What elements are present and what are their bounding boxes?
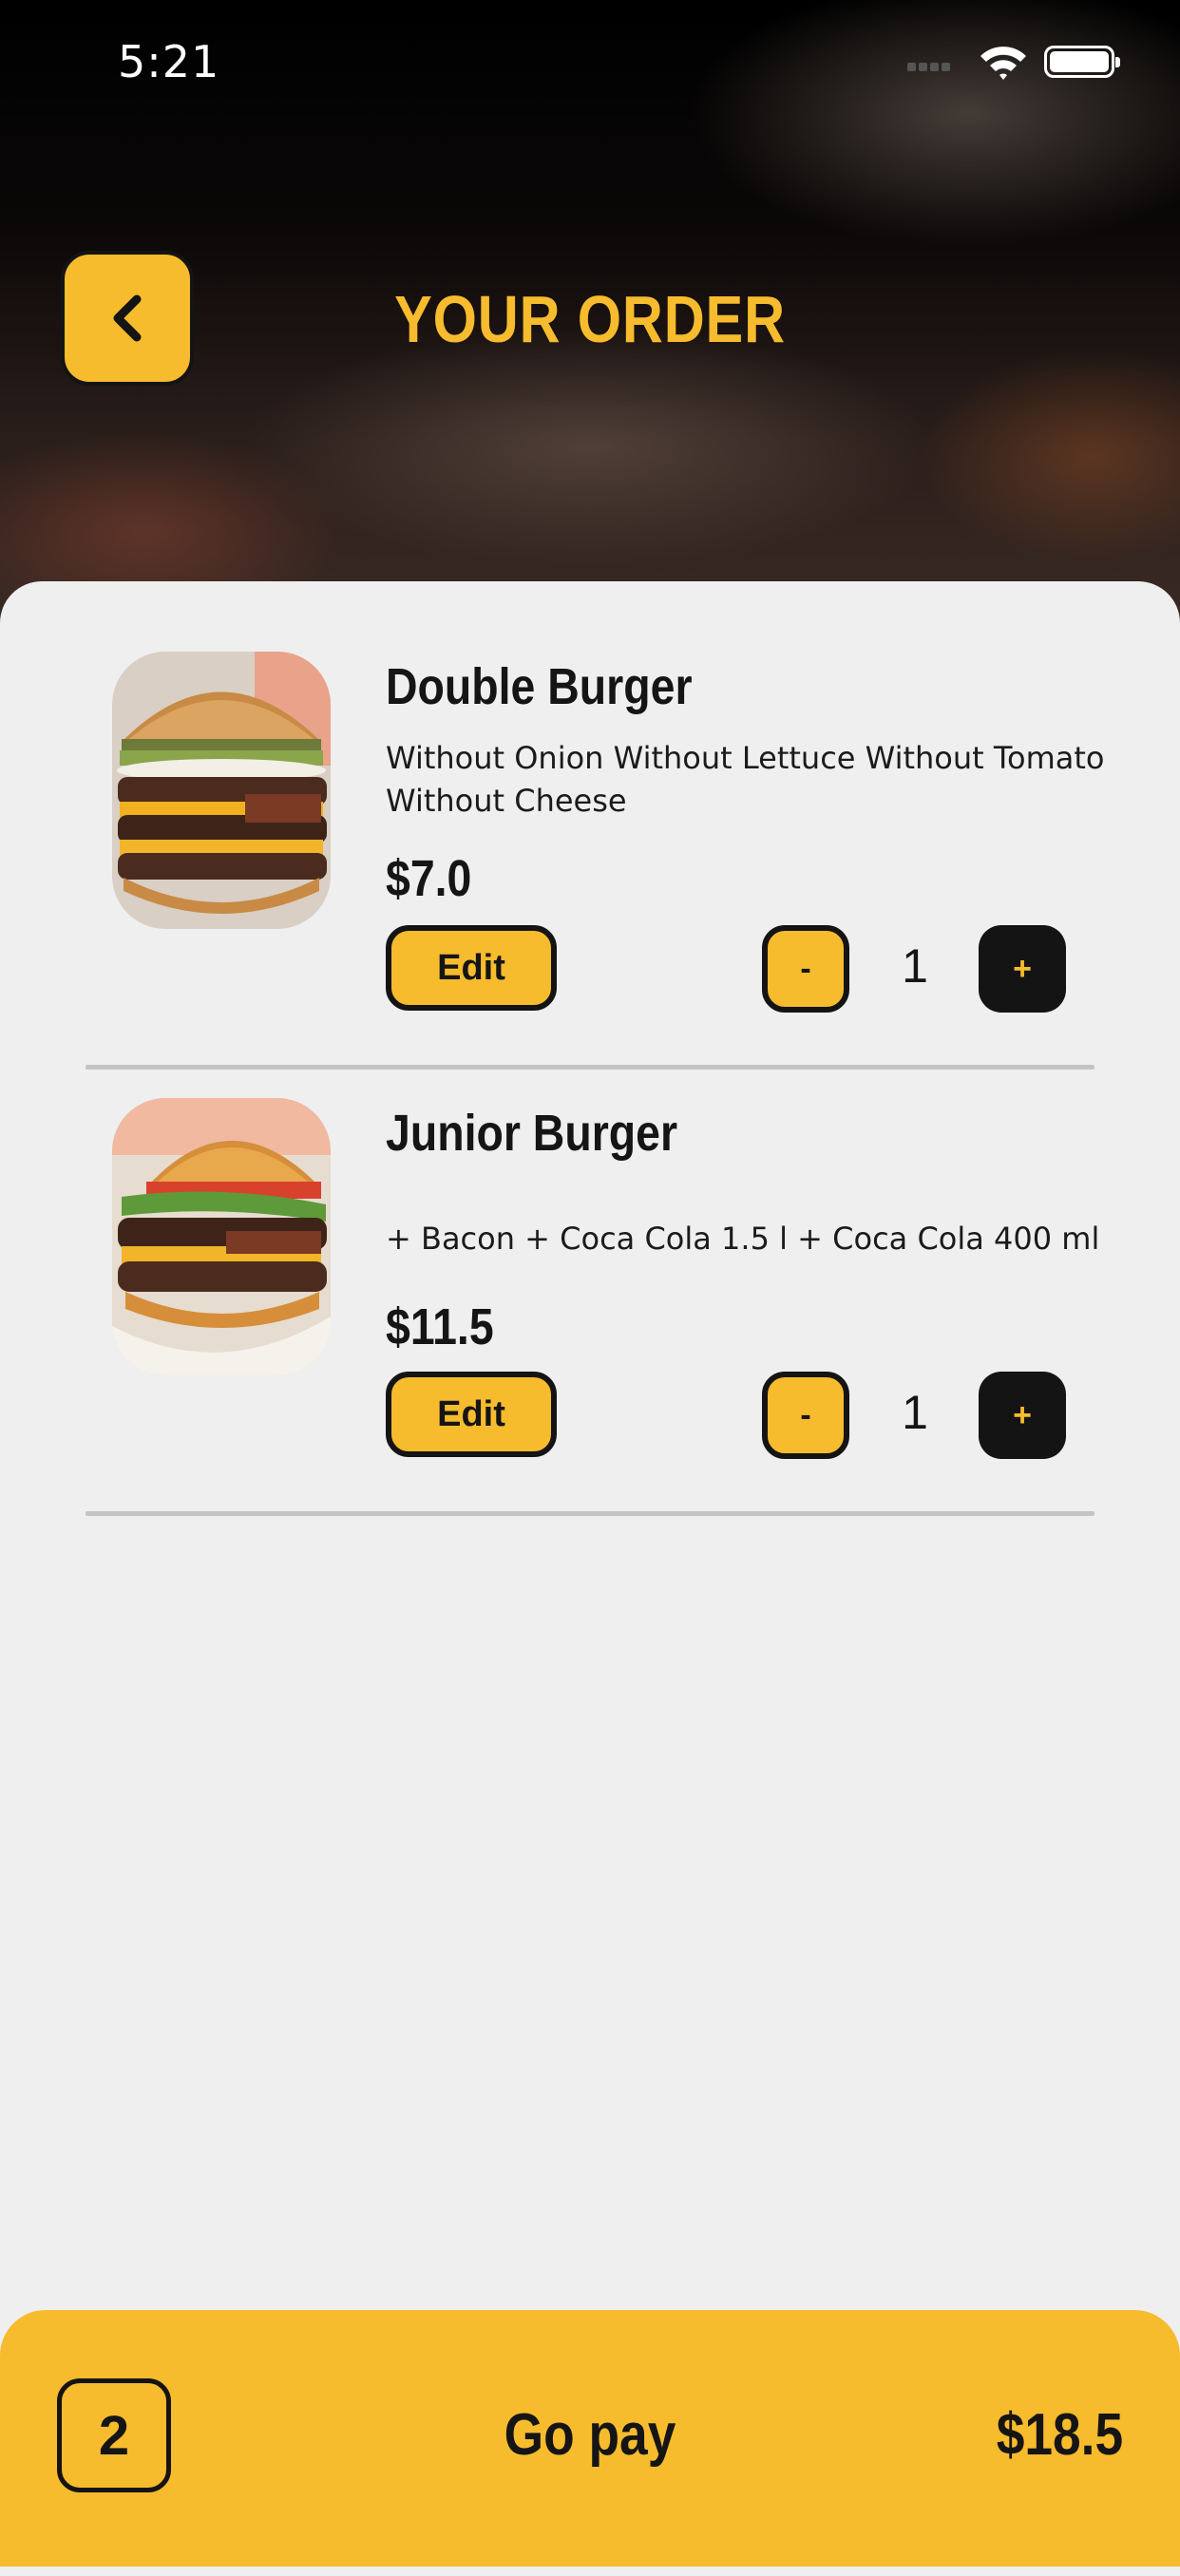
edit-button[interactable]: Edit (386, 1372, 557, 1457)
item-name: Double Burger (386, 658, 693, 715)
junior-burger-image (112, 1098, 331, 1375)
battery-icon (1044, 46, 1120, 78)
order-total: $18.5 (996, 2402, 1123, 2468)
order-item: Double Burger Without Onion Without Lett… (0, 581, 1180, 1028)
item-name: Junior Burger (386, 1105, 678, 1162)
status-time: 5:21 (118, 36, 220, 87)
edit-button[interactable]: Edit (386, 925, 557, 1011)
order-sheet: Double Burger Without Onion Without Lett… (0, 581, 1180, 2576)
go-pay-label: Go pay (504, 2402, 676, 2468)
go-pay-bar[interactable]: 2 Go pay $18.5 (0, 2310, 1180, 2567)
status-bar: 5:21 (0, 0, 1180, 125)
increase-quantity-button[interactable]: + (979, 1372, 1066, 1459)
item-options: + Bacon + Coca Cola 1.5 l + Coca Cola 40… (386, 1221, 1100, 1257)
divider (86, 1511, 1094, 1516)
item-options: Without Onion Without Lettuce Without To… (386, 740, 1105, 819)
quantity-value: 1 (902, 1386, 928, 1439)
page-title: YOUR ORDER (394, 282, 786, 356)
decrease-quantity-button[interactable]: - (762, 925, 849, 1013)
item-price: $7.0 (386, 850, 472, 907)
wifi-icon (979, 44, 1028, 85)
item-price: $11.5 (386, 1298, 494, 1355)
quantity-value: 1 (902, 939, 928, 993)
cellular-signal-icon (907, 57, 953, 75)
order-item: Junior Burger + Bacon + Coca Cola 1.5 l … (0, 1028, 1180, 1474)
decrease-quantity-button[interactable]: - (762, 1372, 849, 1459)
increase-quantity-button[interactable]: + (979, 925, 1066, 1013)
double-burger-image (112, 652, 331, 929)
